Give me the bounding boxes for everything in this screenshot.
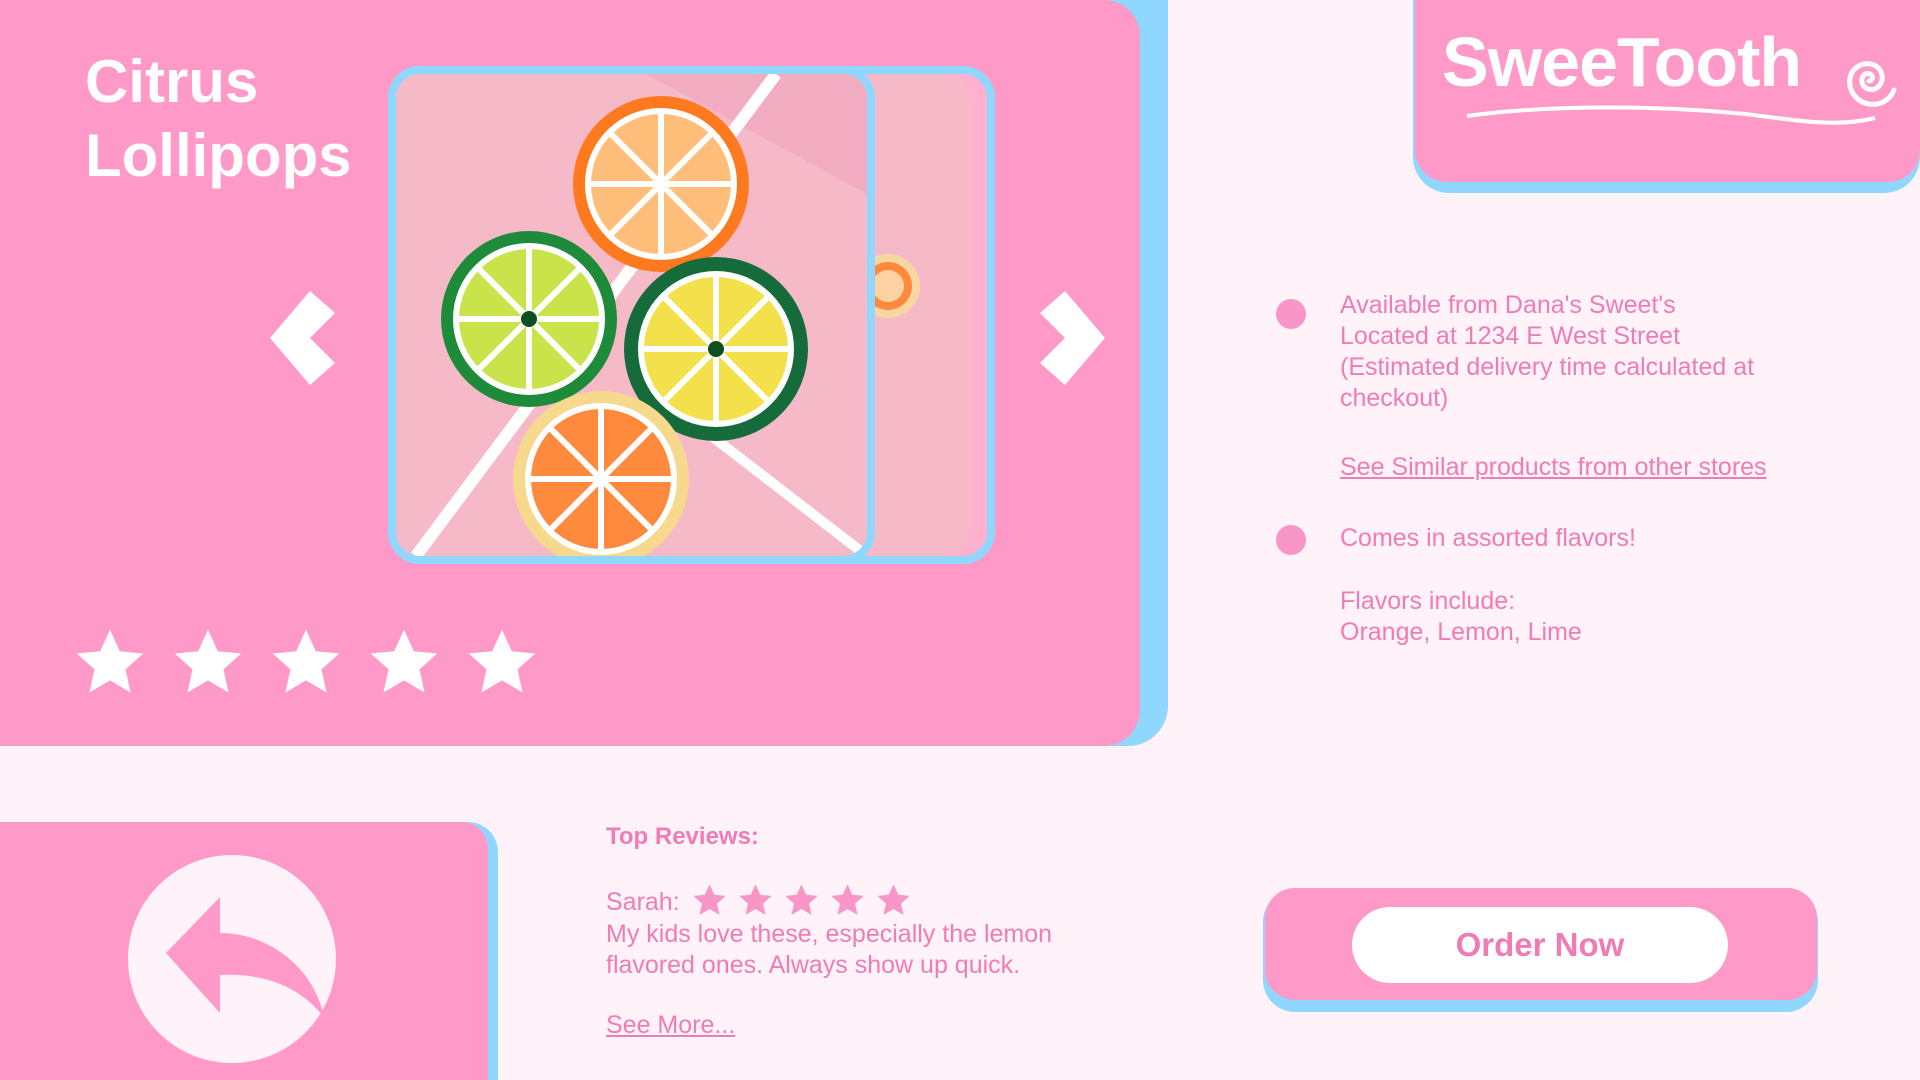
chevron-right-icon[interactable]	[1030, 283, 1110, 393]
logo-underline	[1466, 105, 1876, 125]
star-icon	[831, 884, 864, 915]
chevron-left-icon[interactable]	[265, 283, 345, 393]
review-author: Sarah:	[606, 888, 680, 916]
availability-text: Available from Dana's Sweet's Located at…	[1340, 291, 1755, 412]
flavors-list: Orange, Lemon, Lime	[1340, 618, 1582, 646]
product-title: Citrus Lollipops	[85, 48, 352, 189]
star-icon	[468, 629, 536, 693]
star-icon	[877, 884, 910, 915]
see-more-link[interactable]: See More...	[606, 1011, 735, 1040]
bullet-icon	[1276, 525, 1306, 555]
star-icon	[785, 884, 818, 915]
back-button[interactable]	[128, 855, 336, 1063]
order-now-button[interactable]: Order Now	[1352, 907, 1728, 983]
review-rating	[691, 882, 912, 919]
star-icon	[174, 629, 242, 693]
star-icon	[76, 629, 144, 693]
star-icon	[370, 629, 438, 693]
carousel-next-image[interactable]	[870, 74, 970, 556]
product-image[interactable]	[388, 66, 875, 564]
swirl-icon	[1847, 61, 1897, 107]
star-icon	[272, 629, 340, 693]
bullet-icon	[1276, 299, 1306, 329]
star-icon	[693, 884, 726, 915]
flavors-heading: Flavors include:	[1340, 587, 1516, 615]
star-icon	[739, 884, 772, 915]
review-text: My kids love these, especially the lemon…	[606, 920, 1053, 979]
reviews-heading: Top Reviews:	[606, 823, 759, 850]
back-arrow-icon	[166, 897, 324, 1017]
flavors-note: Comes in assorted flavors!	[1340, 524, 1636, 552]
similar-products-link[interactable]: See Similar products from other stores	[1340, 452, 1767, 483]
brand-logo[interactable]: SweeTooth	[1442, 22, 1802, 102]
product-rating	[72, 625, 540, 701]
